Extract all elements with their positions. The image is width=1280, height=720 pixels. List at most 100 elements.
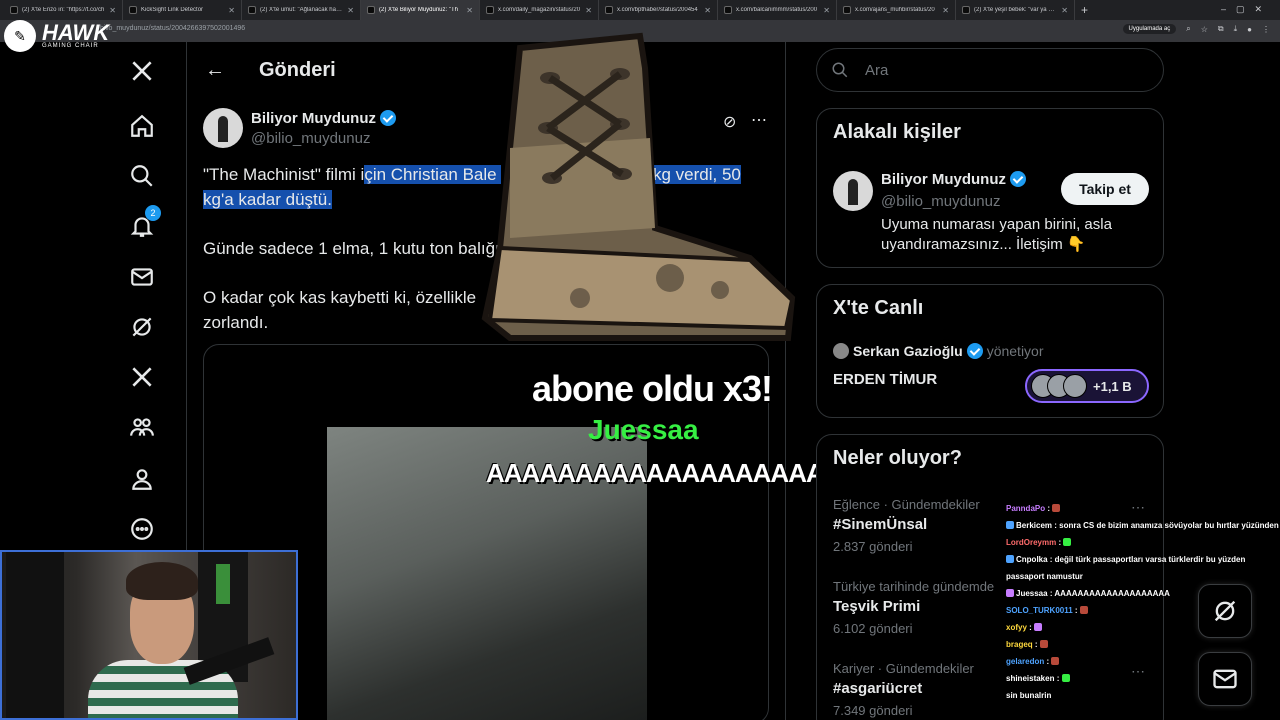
tweet-author[interactable]: Biliyor Muydunuz @bilio_muydunuz (203, 108, 396, 148)
url-field[interactable]: bilio_muydunuz/status/200426639750200149… (100, 25, 245, 32)
emote-icon (1079, 606, 1088, 614)
envelope-icon (1213, 669, 1237, 689)
close-tab-icon[interactable]: ✕ (704, 6, 711, 15)
x-favicon-icon (843, 6, 851, 14)
webcam-overlay (0, 550, 298, 720)
close-tab-icon[interactable]: ✕ (585, 6, 592, 15)
x-favicon-icon (962, 6, 970, 14)
search-icon (831, 61, 849, 79)
emote-icon (1039, 640, 1048, 648)
more-options-icon[interactable] (125, 512, 159, 546)
browser-menu-icon[interactable]: ⋮ (1262, 25, 1270, 34)
x-favicon-icon (605, 6, 613, 14)
follow-button[interactable]: Takip et (1061, 173, 1149, 205)
browser-tab-strip: (2) X'te Enzo ın: "https://t.co/ch ✕ Kick… (0, 0, 1280, 20)
close-tab-icon[interactable]: ✕ (466, 6, 473, 15)
messages-floating-button[interactable] (1198, 652, 1252, 706)
browser-tab[interactable]: x.com/bpthaber/status/200454 ✕ (599, 0, 718, 20)
communities-icon[interactable] (125, 410, 159, 444)
author-name[interactable]: Biliyor Muydunuz (251, 110, 396, 127)
badge-icon (1006, 589, 1014, 597)
notifications-bell-icon[interactable]: 2 (125, 205, 161, 243)
page-title: Gönderi (259, 59, 336, 81)
close-tab-icon[interactable]: ✕ (942, 6, 949, 15)
space-title[interactable]: ERDEN TİMUR (833, 371, 937, 388)
messages-envelope-icon[interactable] (125, 260, 159, 294)
live-host[interactable]: Serkan Gazioğlu yönetiyor (833, 343, 1044, 359)
grok-floating-button[interactable] (1198, 584, 1252, 638)
home-icon[interactable] (125, 109, 159, 143)
author-handle[interactable]: @bilio_muydunuz (251, 130, 370, 147)
badge-icon (1006, 555, 1014, 563)
chat-message: LordOreymm : (1006, 534, 1280, 551)
verified-badge-icon (380, 110, 396, 126)
grok-icon (1214, 600, 1236, 622)
new-tab-button[interactable]: + (1081, 3, 1088, 17)
open-in-app-pill[interactable]: Uygulamada aç (1122, 24, 1177, 34)
bookmark-star-icon[interactable]: ☆ (1201, 25, 1208, 34)
live-title: X'te Canlı (833, 297, 924, 319)
window-controls[interactable]: –▢✕ (1221, 4, 1272, 15)
browser-tab[interactable]: x.com/daily_magazin/status/20 ✕ (480, 0, 599, 20)
close-tab-icon[interactable]: ✕ (1061, 6, 1068, 15)
premium-x-icon[interactable] (125, 360, 159, 394)
emote-icon (1052, 504, 1061, 512)
chat-message: brageq : (1006, 636, 1280, 653)
verified-badge-icon (966, 343, 983, 359)
host-avatar (833, 343, 849, 359)
emote-icon (1034, 623, 1043, 631)
emote-icon (1061, 674, 1070, 682)
boot-sticker-image (481, 32, 796, 341)
close-tab-icon[interactable]: ✕ (347, 6, 354, 15)
extensions-icon[interactable]: ⧉ (1218, 24, 1224, 34)
close-tab-icon[interactable]: ✕ (228, 6, 235, 15)
trends-title: Neler oluyor? (833, 447, 962, 469)
toolbar-actions: Uygulamada aç ⌕ ☆ ⧉ ⤓ ● ⋮ (1122, 24, 1270, 34)
related-people-card: Alakalı kişiler Biliyor Muydunuz @bilio_… (816, 108, 1164, 268)
chat-message: PanndaPo : (1006, 500, 1280, 517)
x-favicon-icon (10, 6, 18, 14)
notification-count-badge: 2 (145, 205, 161, 221)
emote-icon (1051, 657, 1060, 665)
related-handle[interactable]: @bilio_muydunuz (881, 193, 1000, 210)
x-favicon-icon (724, 6, 732, 14)
browser-tab-active[interactable]: (2) X'te Biliyor Muydunuz: "Th ✕ (361, 0, 480, 20)
browser-tab[interactable]: x.com/ajans_muhbir/status/20 ✕ (837, 0, 956, 20)
x-logo-icon[interactable] (125, 54, 159, 88)
alert-message: AAAAAAAAAAAAAAAAAAAA (486, 458, 843, 488)
chat-message: Berkicem : sonra CS de bizim anamıza söv… (1006, 517, 1280, 534)
chat-message: Cnpolka : değil türk passaportları varsa… (1006, 555, 1246, 581)
x-favicon-icon (486, 6, 494, 14)
emote-icon (1063, 538, 1072, 546)
kicksight-favicon-icon (129, 6, 137, 14)
browser-tab[interactable]: KickSight Link Detector ✕ (123, 0, 242, 20)
search-placeholder[interactable]: Ara (865, 62, 888, 79)
hawk-feather-icon: ✎ (4, 20, 36, 52)
listener-avatar (1063, 374, 1087, 398)
profile-person-icon[interactable] (125, 462, 159, 496)
author-avatar[interactable] (203, 108, 243, 148)
close-tab-icon[interactable]: ✕ (823, 6, 830, 15)
browser-tab[interactable]: (2) X'te umut: "Ağlanacak halim ✕ (242, 0, 361, 20)
zoom-icon[interactable]: ⌕ (1186, 24, 1190, 34)
related-name[interactable]: Biliyor Muydunuz (881, 171, 1026, 188)
related-avatar[interactable] (833, 171, 873, 211)
explore-search-icon[interactable] (125, 159, 159, 193)
profile-icon[interactable]: ● (1247, 25, 1252, 34)
x-favicon-icon (367, 6, 375, 14)
badge-icon (1006, 521, 1014, 529)
live-card: X'te Canlı Serkan Gazioğlu yönetiyor ERD… (816, 284, 1164, 418)
hawk-sponsor-logo: ✎ HAWK GAMING CHAIR (4, 14, 114, 58)
search-box[interactable]: Ara (816, 48, 1164, 92)
back-arrow-icon[interactable]: ← (205, 59, 225, 82)
x-favicon-icon (248, 6, 256, 14)
space-listeners-pill[interactable]: +1,1 B (1025, 369, 1149, 403)
download-icon[interactable]: ⤓ (1234, 24, 1238, 34)
related-title: Alakalı kişiler (833, 121, 961, 143)
grok-icon[interactable] (125, 310, 159, 344)
browser-tab[interactable]: x.com/balcanimmm/status/200 ✕ (718, 0, 837, 20)
alert-user: Juessaa (588, 414, 699, 445)
browser-tab[interactable]: (2) X'te yeşil bebek: "var ya ağz ✕ (956, 0, 1075, 20)
hawk-brand-name: HAWK (42, 20, 110, 45)
alert-title: abone oldu x3! (532, 368, 773, 409)
